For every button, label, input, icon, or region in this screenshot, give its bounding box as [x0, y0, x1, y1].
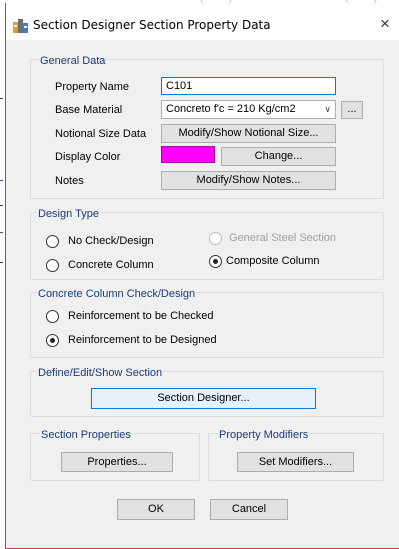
notional-size-button[interactable]: Modify/Show Notional Size...: [161, 124, 336, 143]
section-property-dialog: Section Designer Section Property Data ×…: [5, 3, 399, 549]
etabs-app-icon: [13, 19, 28, 33]
design-type-group-label: Design Type: [37, 208, 100, 220]
base-material-more-button[interactable]: ...: [341, 101, 363, 119]
no-check-design-label: No Check/Design: [68, 235, 154, 247]
section-properties-group-label: Section Properties: [40, 429, 132, 441]
properties-button[interactable]: Properties...: [61, 452, 173, 472]
chevron-down-icon: ∨: [324, 104, 331, 114]
background-tick: [0, 205, 3, 206]
close-icon: ×: [380, 14, 390, 33]
concrete-column-label: Concrete Column: [68, 259, 154, 271]
composite-column-label: Composite Column: [226, 255, 320, 267]
set-modifiers-button[interactable]: Set Modifiers...: [237, 452, 354, 472]
concrete-column-group-label: Concrete Column Check/Design: [37, 288, 197, 300]
display-color-label: Display Color: [55, 151, 121, 163]
general-data-group-label: General Data: [39, 55, 107, 67]
general-steel-section-label: General Steel Section: [229, 232, 337, 244]
reinforcement-designed-label: Reinforcement to be Designed: [68, 334, 217, 346]
notes-label: Notes: [55, 175, 84, 187]
reinforcement-checked-radio[interactable]: [46, 310, 59, 323]
section-designer-button[interactable]: Section Designer...: [91, 388, 316, 409]
ok-button[interactable]: OK: [117, 499, 195, 520]
display-color-swatch[interactable]: [161, 146, 215, 163]
concrete-column-group: [30, 292, 384, 358]
concrete-column-radio[interactable]: [46, 259, 59, 272]
reinforcement-checked-label: Reinforcement to be Checked: [68, 310, 214, 322]
define-section-group-label: Define/Edit/Show Section: [37, 367, 164, 379]
background-tick: [0, 98, 3, 99]
title-bar: Section Designer Section Property Data ×: [6, 3, 399, 40]
background-tick: [0, 232, 3, 233]
general-steel-section-radio[interactable]: [209, 232, 222, 245]
reinforcement-designed-radio[interactable]: [46, 334, 59, 347]
property-name-field[interactable]: C101: [161, 77, 336, 95]
base-material-label: Base Material: [55, 104, 123, 116]
background-tick: [0, 262, 3, 263]
base-material-value: Concreto f'c = 210 Kg/cm2: [166, 103, 296, 115]
no-check-design-radio[interactable]: [46, 235, 59, 248]
dialog-title: Section Designer Section Property Data: [33, 18, 271, 32]
base-material-select[interactable]: Concreto f'c = 210 Kg/cm2 ∨: [161, 100, 336, 119]
close-button[interactable]: ×: [370, 10, 399, 38]
property-name-label: Property Name: [55, 81, 129, 93]
composite-column-radio[interactable]: [209, 255, 222, 268]
notional-size-label: Notional Size Data: [55, 128, 147, 140]
cancel-button[interactable]: Cancel: [210, 499, 288, 520]
property-modifiers-group-label: Property Modifiers: [218, 429, 310, 441]
change-color-button[interactable]: Change...: [221, 147, 336, 166]
background-tick: [0, 180, 3, 181]
notes-button[interactable]: Modify/Show Notes...: [161, 171, 336, 190]
